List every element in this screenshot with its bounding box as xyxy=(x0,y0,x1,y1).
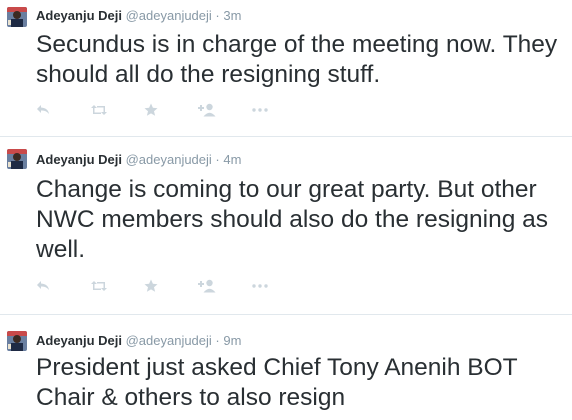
tweet-header: Adeyanju Deji @adeyanjudeji · 9m xyxy=(36,333,241,349)
author-name[interactable]: Adeyanju Deji xyxy=(36,333,122,348)
tweet-header: Adeyanju Deji @adeyanjudeji · 4m xyxy=(36,152,241,168)
follow-button[interactable] xyxy=(198,276,252,296)
favorite-button[interactable] xyxy=(144,100,198,120)
more-icon xyxy=(252,108,268,112)
tweet[interactable]: Adeyanju Deji @adeyanjudeji · 9m Preside… xyxy=(0,315,572,420)
tweet-header: Adeyanju Deji @adeyanjudeji · 3m xyxy=(36,8,241,24)
avatar[interactable] xyxy=(7,331,27,351)
reply-icon xyxy=(37,281,49,290)
favorite-icon xyxy=(144,103,158,116)
author-handle[interactable]: @adeyanjudeji xyxy=(126,152,212,167)
retweet-icon xyxy=(91,281,107,291)
author-handle[interactable]: @adeyanjudeji xyxy=(126,333,212,348)
follow-icon xyxy=(198,103,216,117)
favorite-button[interactable] xyxy=(144,276,198,296)
more-button[interactable] xyxy=(252,276,306,296)
tweet-text: President just asked Chief Tony Anenih B… xyxy=(36,354,518,411)
reply-icon xyxy=(37,105,49,114)
tweet[interactable]: Adeyanju Deji @adeyanjudeji · 4m Change … xyxy=(0,137,572,314)
favorite-icon xyxy=(144,279,158,292)
follow-button[interactable] xyxy=(198,100,252,120)
timestamp[interactable]: 9m xyxy=(223,333,241,348)
separator: · xyxy=(215,152,220,167)
reply-button[interactable] xyxy=(36,276,90,296)
tweet-text: Change is coming to our great party. But… xyxy=(36,176,549,263)
more-button[interactable] xyxy=(252,100,306,120)
avatar[interactable] xyxy=(7,7,27,27)
tweet[interactable]: Adeyanju Deji @adeyanjudeji · 3m Secundu… xyxy=(0,0,572,136)
more-icon xyxy=(252,284,268,288)
tweet-actions xyxy=(36,100,306,120)
timestamp[interactable]: 3m xyxy=(223,8,241,23)
tweet-actions xyxy=(36,276,306,296)
separator: · xyxy=(215,333,220,348)
author-handle[interactable]: @adeyanjudeji xyxy=(126,8,212,23)
reply-button[interactable] xyxy=(36,100,90,120)
follow-icon xyxy=(198,279,216,293)
retweet-button[interactable] xyxy=(90,100,144,120)
timestamp[interactable]: 4m xyxy=(223,152,241,167)
separator: · xyxy=(215,8,220,23)
author-name[interactable]: Adeyanju Deji xyxy=(36,152,122,167)
tweet-text: Secundus is in charge of the meeting now… xyxy=(36,31,558,88)
avatar[interactable] xyxy=(7,149,27,169)
retweet-icon xyxy=(91,105,107,115)
retweet-button[interactable] xyxy=(90,276,144,296)
author-name[interactable]: Adeyanju Deji xyxy=(36,8,122,23)
